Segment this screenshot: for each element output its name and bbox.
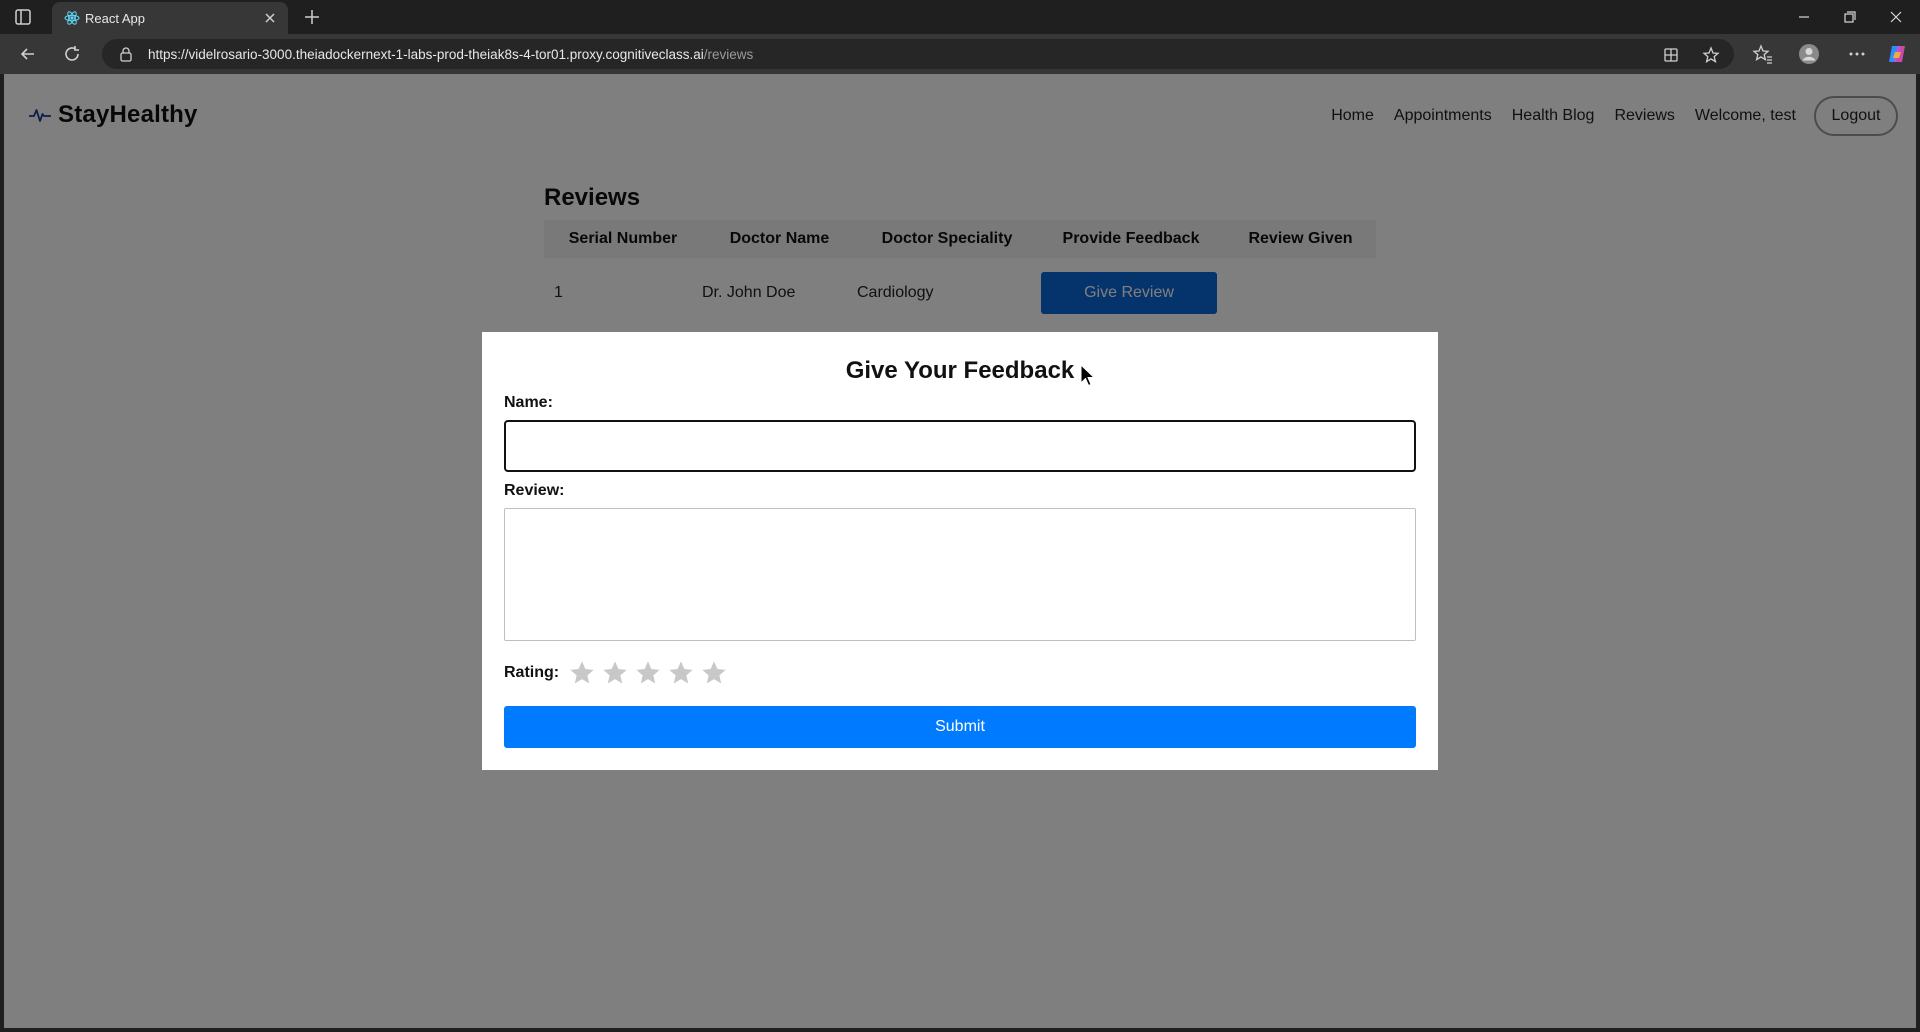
rating-label: Rating: — [504, 664, 560, 681]
minimize-icon[interactable] — [1794, 7, 1814, 27]
review-label: Review: — [504, 482, 565, 499]
plus-icon[interactable] — [302, 7, 322, 27]
address-bar: https://videlrosario-3000.theiadockernex… — [0, 34, 1920, 74]
rating-row: Rating: — [504, 659, 728, 687]
browser-tab[interactable]: React App — [52, 2, 288, 34]
feedback-modal: Give Your Feedback Name: Review: Rating:… — [482, 332, 1438, 770]
url-host: https://videlrosario-3000.theiadockernex… — [148, 47, 704, 62]
url-field[interactable]: https://videlrosario-3000.theiadockernex… — [102, 39, 1734, 69]
name-input[interactable] — [504, 420, 1416, 472]
copilot-icon[interactable] — [1886, 43, 1908, 65]
refresh-icon[interactable] — [62, 44, 82, 64]
profile-icon[interactable] — [1798, 43, 1820, 65]
star-icon[interactable] — [568, 659, 596, 687]
review-textarea[interactable] — [504, 508, 1416, 641]
tab-actions-icon[interactable] — [14, 8, 32, 26]
close-window-icon[interactable] — [1886, 7, 1906, 27]
close-icon[interactable] — [262, 10, 278, 26]
lock-icon[interactable] — [118, 46, 134, 62]
star-icon[interactable] — [667, 659, 695, 687]
back-icon[interactable] — [18, 44, 38, 64]
url-text: https://videlrosario-3000.theiadockernex… — [148, 47, 753, 62]
page-viewport: StayHealthy Home Appointments Health Blo… — [4, 74, 1916, 1028]
submit-button[interactable]: Submit — [504, 706, 1416, 748]
star-icon[interactable] — [700, 659, 728, 687]
apps-icon[interactable] — [1662, 46, 1680, 64]
more-icon[interactable] — [1846, 43, 1868, 65]
react-favicon-icon — [64, 11, 80, 25]
star-icon[interactable] — [601, 659, 629, 687]
favorites-icon[interactable] — [1752, 43, 1774, 65]
star-outline-icon[interactable] — [1702, 46, 1720, 64]
star-icon[interactable] — [634, 659, 662, 687]
mouse-cursor-icon — [1080, 364, 1096, 387]
url-path: /reviews — [703, 47, 754, 62]
restore-icon[interactable] — [1840, 7, 1860, 27]
browser-tab-bar: React App — [0, 0, 1920, 34]
name-label: Name: — [504, 394, 553, 411]
tab-title: React App — [85, 11, 145, 26]
modal-title: Give Your Feedback — [845, 357, 1075, 384]
